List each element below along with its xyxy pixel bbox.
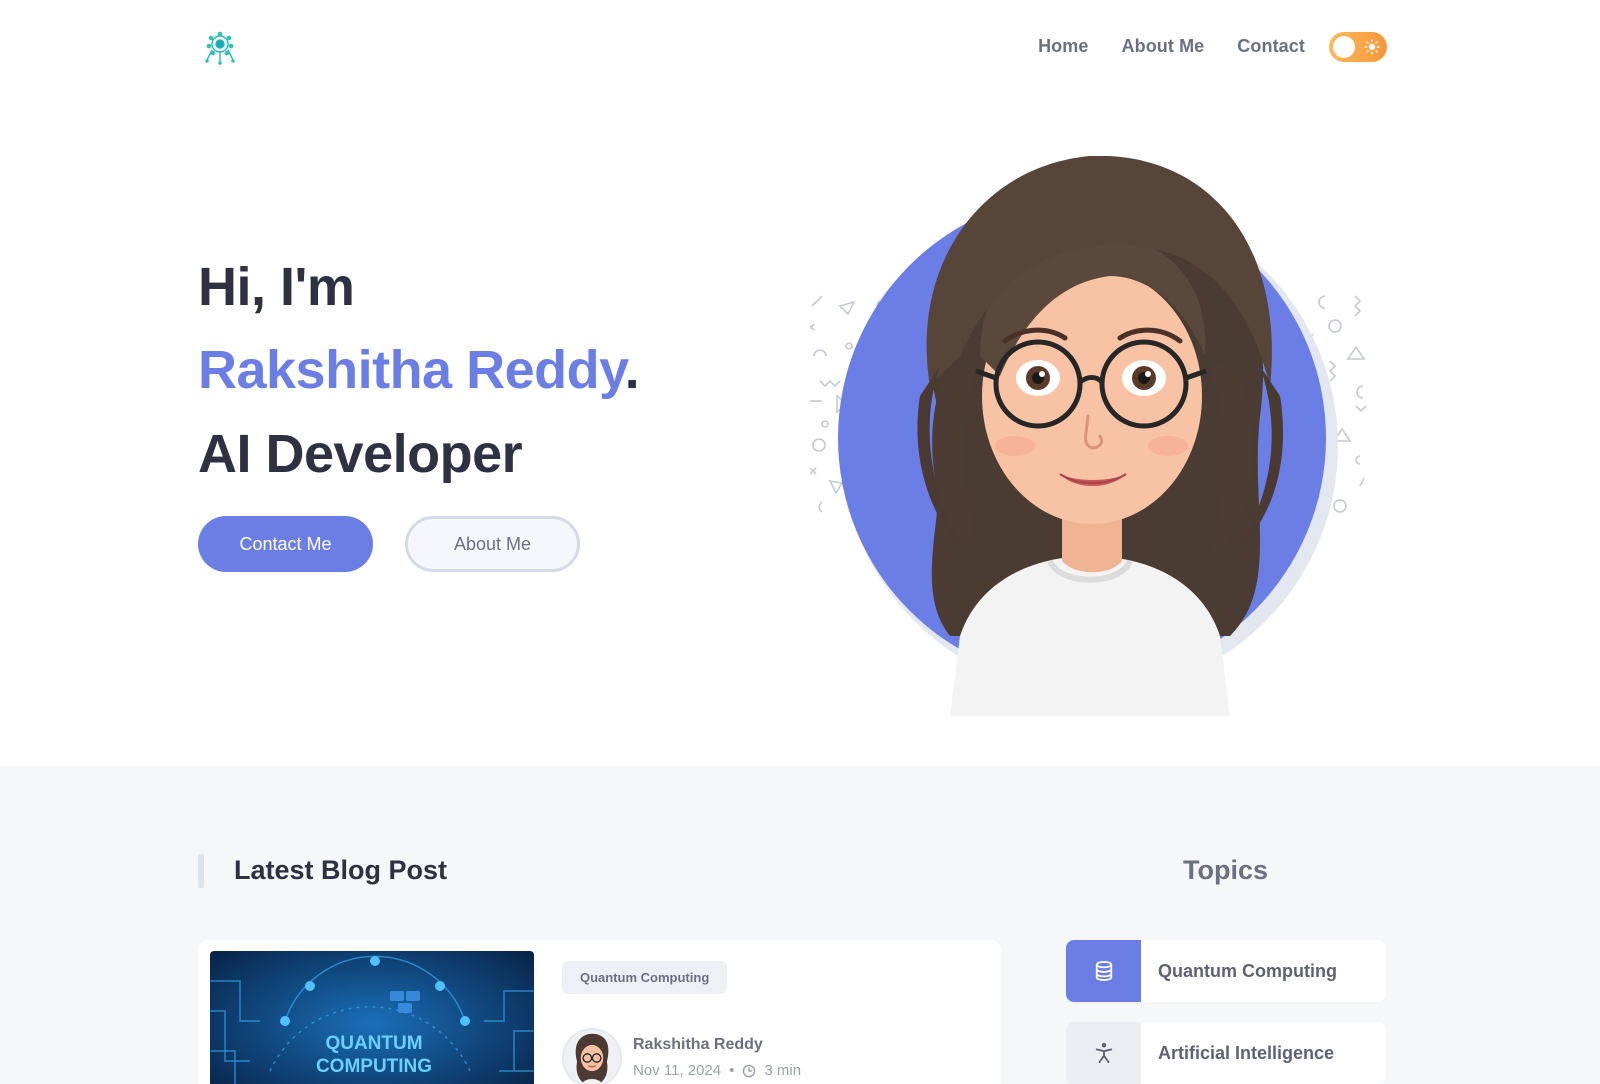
theme-toggle[interactable]	[1329, 32, 1387, 62]
topic-artificial-intelligence[interactable]: Artificial Intelligence	[1066, 1022, 1386, 1084]
avatar-illustration	[807, 155, 1390, 716]
post-read-time: 3 min	[764, 1062, 802, 1079]
post-date: Nov 11, 2024	[633, 1062, 722, 1079]
latest-blog-post-title: Latest Blog Post	[234, 855, 448, 885]
author-avatar	[562, 1028, 622, 1084]
hero-name-dot: .	[624, 340, 640, 400]
hero-name-text: Rakshitha Reddy	[198, 340, 625, 400]
blog-post-card[interactable]: QUANTUM COMPUTING Quantum Computing Raks…	[198, 940, 1001, 1084]
meta-separator: •	[729, 1062, 735, 1079]
thumbnail-text-line2: COMPUTING	[316, 1056, 432, 1077]
database-icon	[1066, 940, 1141, 1002]
contact-me-button[interactable]: Contact Me	[198, 516, 373, 572]
hero-role: AI Developer	[198, 424, 523, 484]
main-nav: Home About Me Contact	[1038, 36, 1305, 57]
site-header: Home About Me Contact	[0, 0, 1600, 96]
nav-home[interactable]: Home	[1038, 36, 1088, 57]
section-title-accent	[198, 854, 204, 888]
topic-quantum-computing[interactable]: Quantum Computing	[1066, 940, 1386, 1002]
accessibility-icon	[1066, 1022, 1141, 1084]
sun-icon	[1364, 39, 1380, 55]
thumbnail-text-line1: QUANTUM	[325, 1033, 422, 1054]
blog-section: Latest Blog Post Topics QUANTUM COMPUTIN…	[0, 766, 1600, 1084]
about-me-button[interactable]: About Me	[405, 516, 580, 572]
hero-name: Rakshitha Reddy.	[198, 339, 640, 401]
topic-label: Artificial Intelligence	[1158, 1043, 1335, 1063]
post-meta: Nov 11, 2024 • 3 min	[633, 1062, 801, 1079]
nav-contact[interactable]: Contact	[1237, 36, 1305, 57]
nav-about-me[interactable]: About Me	[1122, 36, 1205, 57]
post-author: Rakshitha Reddy	[633, 1036, 763, 1053]
topics-title: Topics	[1183, 855, 1269, 885]
logo-icon[interactable]	[203, 30, 237, 66]
hero-greeting: Hi, I'm	[198, 257, 355, 317]
post-tag[interactable]: Quantum Computing	[562, 961, 728, 994]
topic-label: Quantum Computing	[1158, 961, 1337, 981]
toggle-knob	[1333, 36, 1355, 58]
clock-icon	[743, 1064, 756, 1077]
hero-section: Hi, I'm Rakshitha Reddy. AI Developer Co…	[0, 96, 1600, 766]
post-thumbnail[interactable]: QUANTUM COMPUTING	[210, 951, 534, 1084]
